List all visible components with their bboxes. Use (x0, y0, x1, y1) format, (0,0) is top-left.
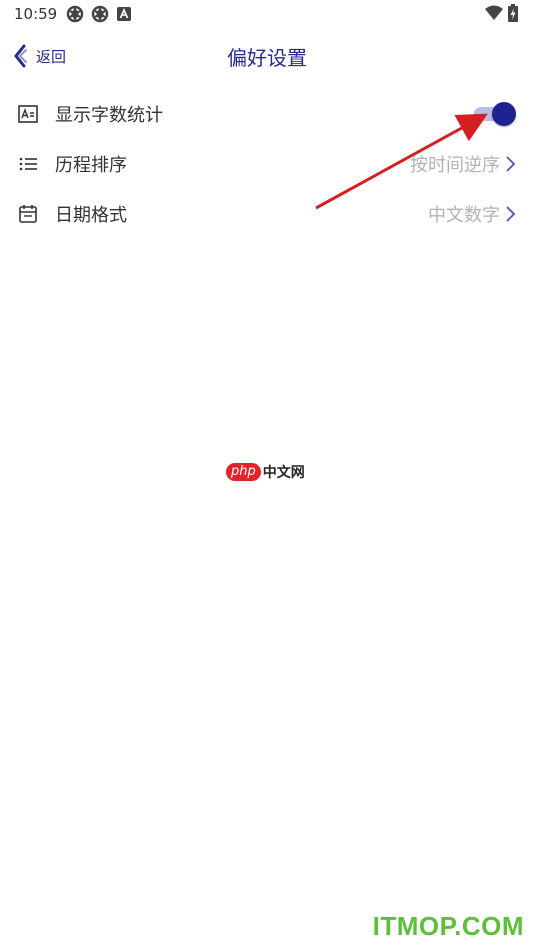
setting-label: 日期格式 (55, 205, 127, 226)
php-logo: php (226, 463, 261, 481)
setting-label: 历程排序 (55, 155, 127, 176)
status-time: 10:59 (14, 5, 58, 23)
chevron-right-icon (506, 156, 516, 172)
calendar-icon (19, 205, 37, 223)
setting-row-word-count[interactable]: 显示字数统计 (0, 89, 534, 139)
page-title: 偏好设置 (227, 46, 307, 70)
wifi-icon (485, 5, 503, 20)
setting-value: 中文数字 (428, 205, 500, 226)
php-watermark: php 中文网 (226, 462, 305, 482)
setting-label: 显示字数统计 (55, 105, 163, 126)
php-logo-text: 中文网 (262, 465, 305, 481)
gear-notification-icon-2 (91, 5, 109, 23)
a-notification-icon (117, 7, 131, 21)
toggle-thumb (492, 102, 516, 126)
setting-row-history-sort[interactable]: 历程排序 按时间逆序 (0, 139, 534, 189)
gear-notification-icon (66, 5, 84, 23)
setting-row-date-format[interactable]: 日期格式 中文数字 (0, 189, 534, 239)
itmop-watermark: ITMOP.COM (372, 911, 524, 941)
word-count-icon (18, 105, 38, 123)
list-icon (19, 157, 37, 171)
chevron-right-icon (506, 206, 516, 222)
setting-value: 按时间逆序 (410, 155, 500, 176)
battery-charging-icon (508, 4, 518, 22)
word-count-toggle[interactable] (474, 102, 516, 126)
